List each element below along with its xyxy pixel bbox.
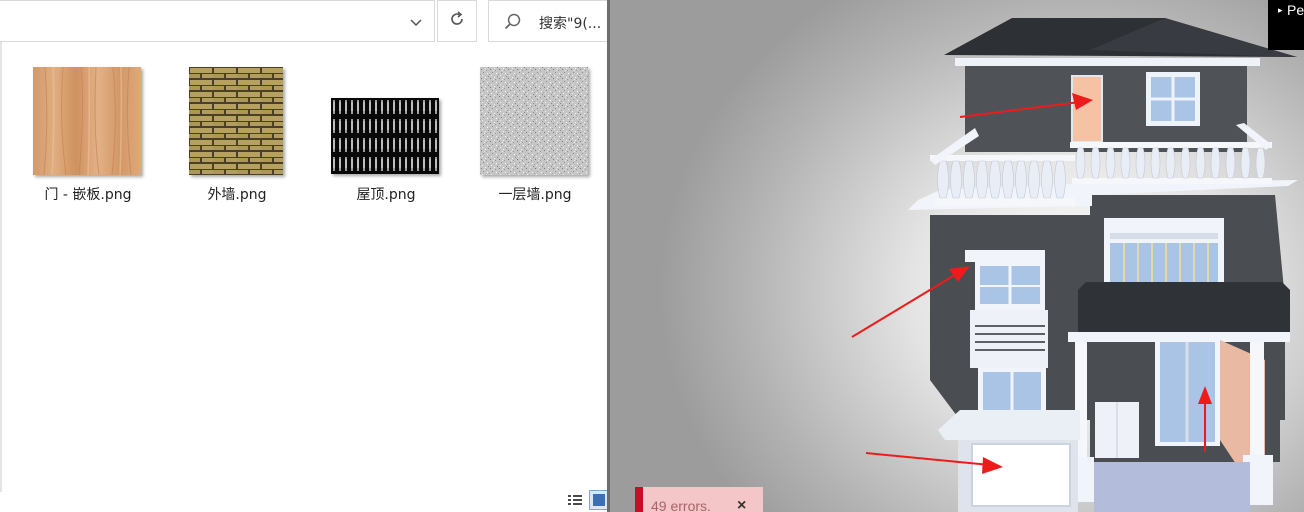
3d-viewport[interactable]: ▸ Pe 49 errors. × bbox=[609, 0, 1304, 512]
entrance-awning bbox=[1078, 282, 1290, 332]
close-icon[interactable]: × bbox=[737, 497, 746, 512]
navigation-pane-edge bbox=[0, 42, 2, 492]
large-icons-view-button[interactable] bbox=[589, 490, 609, 510]
garage-door bbox=[971, 443, 1071, 507]
roof-texture-thumbnail bbox=[331, 98, 439, 174]
error-notification[interactable]: 49 errors. × bbox=[635, 487, 763, 512]
file-explorer-window: 搜索"9(... 门 - 嵌板.png 外墙.png 屋顶.png 一层墙.pn… bbox=[0, 0, 609, 512]
file-name: 一层墙.png bbox=[498, 187, 572, 203]
view-toggle-group bbox=[565, 490, 609, 512]
panel-toggle-button[interactable]: ▸ Pe bbox=[1268, 0, 1304, 50]
file-name: 外墙.png bbox=[207, 187, 267, 203]
caret-right-icon: ▸ bbox=[1278, 5, 1283, 15]
panel-toggle-label: Pe bbox=[1287, 2, 1304, 18]
error-count-text: 49 errors. bbox=[651, 498, 711, 512]
file-name: 门 - 嵌板.png bbox=[44, 187, 132, 203]
brick-texture-thumbnail bbox=[189, 67, 283, 175]
file-name: 屋顶.png bbox=[356, 187, 416, 203]
error-accent-bar bbox=[635, 487, 643, 512]
large-icons-view-icon bbox=[593, 494, 605, 506]
wood-texture-thumbnail bbox=[33, 67, 141, 175]
window-divider bbox=[607, 0, 610, 512]
file-item[interactable]: 门 - 嵌板.png bbox=[23, 0, 153, 210]
noise-texture-thumbnail bbox=[480, 67, 588, 175]
house-3d-model bbox=[851, 18, 1298, 512]
details-view-button[interactable] bbox=[565, 490, 585, 510]
file-item[interactable]: 外墙.png bbox=[172, 0, 302, 210]
file-item[interactable]: 屋顶.png bbox=[321, 0, 451, 210]
details-view-icon bbox=[568, 495, 582, 505]
file-item[interactable]: 一层墙.png bbox=[470, 0, 600, 210]
